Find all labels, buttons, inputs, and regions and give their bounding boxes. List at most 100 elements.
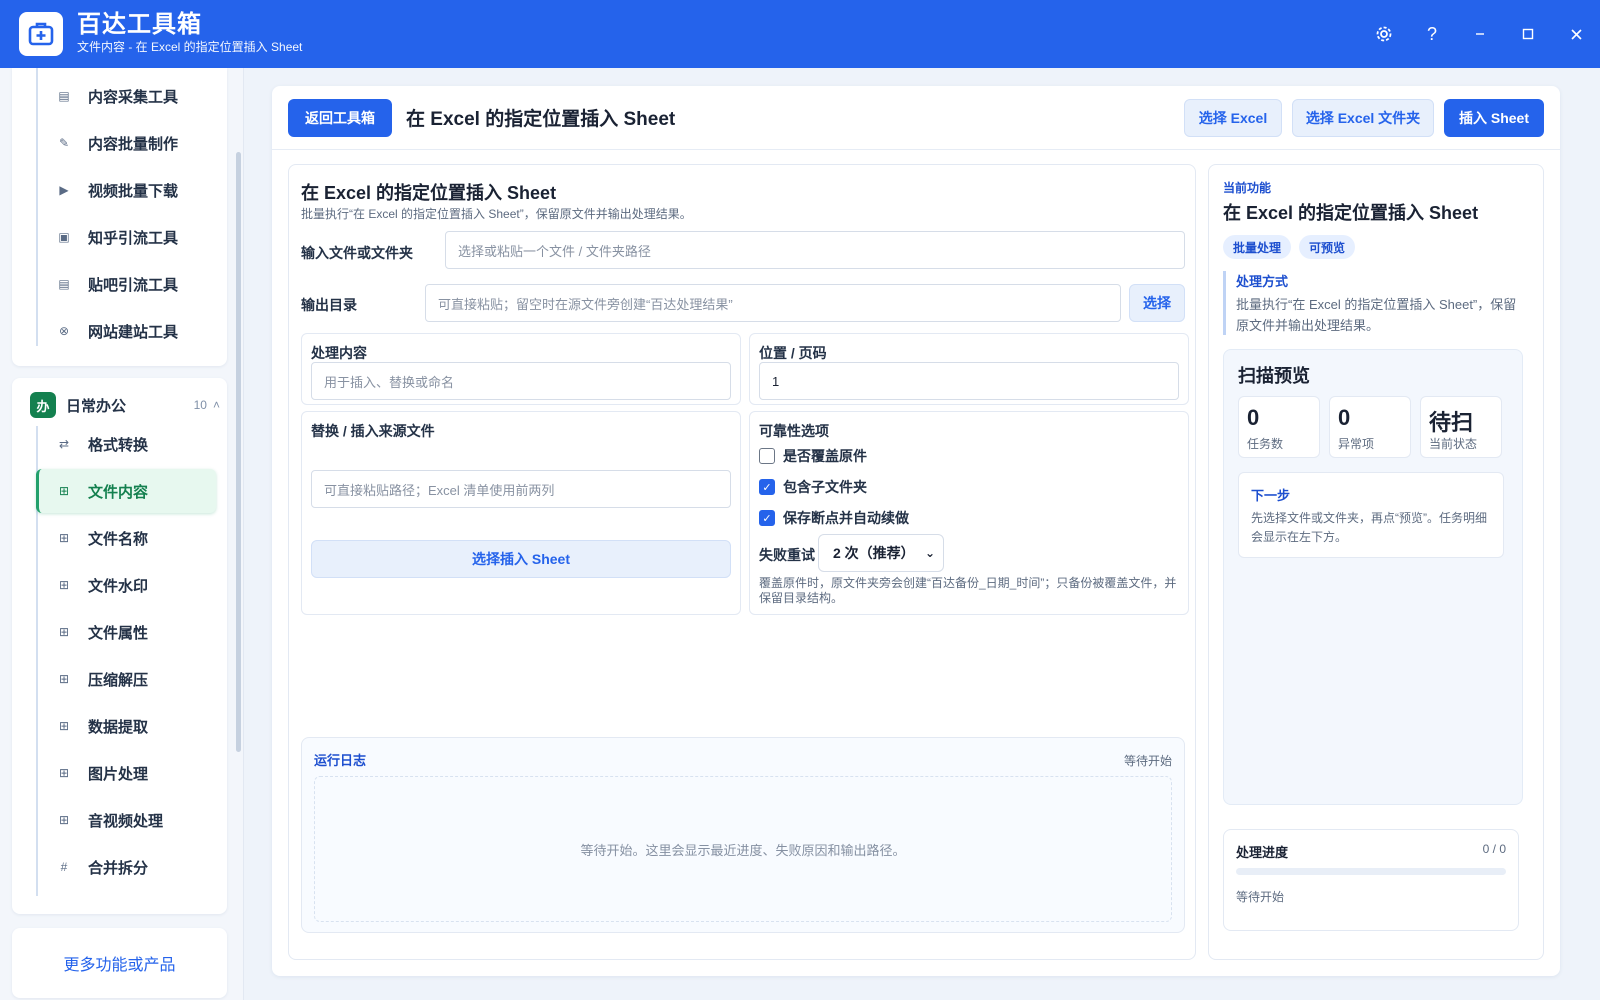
stat-caption: 当前状态 bbox=[1429, 437, 1478, 451]
sidebar-item-av[interactable]: ⊞ 音视频处理 bbox=[36, 798, 216, 842]
stat-status: 待扫 当前状态 bbox=[1420, 396, 1502, 458]
zhihu-icon: ▣ bbox=[58, 230, 70, 244]
run-log: 运行日志 等待开始 等待开始。这里会显示最近进度、失败原因和输出路径。 bbox=[301, 737, 1185, 933]
more-products-card: 更多功能或产品 bbox=[12, 928, 227, 998]
sidebar-item-zhihu[interactable]: ▣ 知乎引流工具 bbox=[36, 215, 216, 259]
back-button[interactable]: 返回工具箱 bbox=[288, 98, 392, 137]
sidebar-item-video-download[interactable]: ▶ 视频批量下载 bbox=[36, 168, 216, 212]
grid-icon: ⊞ bbox=[58, 719, 70, 733]
form-card: 在 Excel 的指定位置插入 Sheet 批量执行“在 Excel 的指定位置… bbox=[288, 164, 1196, 960]
grid-icon: ⊞ bbox=[58, 531, 70, 545]
content-field[interactable]: 用于插入、替换或命名 bbox=[311, 362, 731, 400]
overwrite-hint: 覆盖原件时，原文件夹旁会创建“百达备份_日期_时间”；只备份被覆盖文件，并保留目… bbox=[759, 576, 1177, 605]
checkbox-label: 保存断点并自动续做 bbox=[783, 510, 909, 526]
options-box: 可靠性选项 是否覆盖原件 ✓ 包含子文件夹 ✓ 保存断点并自动续做 失败重试 2… bbox=[749, 411, 1189, 615]
scan-preview: 扫描预览 0 任务数 0 异常项 待扫 当前状态 下一步 先选择文件或文件夹，再… bbox=[1223, 349, 1523, 805]
position-field[interactable]: 1 bbox=[759, 362, 1179, 400]
include-subfolders-checkbox[interactable]: ✓ 包含子文件夹 bbox=[759, 477, 867, 497]
progress-status: 等待开始 bbox=[1236, 890, 1285, 904]
output-select-button[interactable]: 选择 bbox=[1129, 284, 1185, 322]
toolbox-logo-icon bbox=[19, 12, 63, 56]
retry-label: 失败重试 bbox=[759, 547, 815, 563]
next-desc: 先选择文件或文件夹，再点“预览”。任务明细会显示在左下方。 bbox=[1251, 511, 1487, 544]
group-badge: 办 bbox=[30, 392, 56, 418]
stat-caption: 任务数 bbox=[1247, 437, 1284, 451]
stat-value: 0 bbox=[1247, 405, 1260, 430]
info-card: 当前功能 在 Excel 的指定位置插入 Sheet 批量处理 可预览 处理方式… bbox=[1208, 164, 1544, 960]
sidebar-item-label: 音视频处理 bbox=[88, 812, 164, 830]
overwrite-checkbox[interactable]: 是否覆盖原件 bbox=[759, 446, 867, 466]
input-path-field[interactable]: 选择或粘贴一个文件 / 文件夹路径 bbox=[445, 231, 1185, 269]
log-empty-message: 等待开始。这里会显示最近进度、失败原因和输出路径。 bbox=[314, 776, 1172, 922]
stat-tasks: 0 任务数 bbox=[1238, 396, 1320, 458]
insert-sheet-button[interactable]: 插入 Sheet bbox=[1444, 98, 1544, 137]
options-title: 可靠性选项 bbox=[759, 423, 829, 439]
chevron-down-icon: ⌄ bbox=[924, 546, 935, 560]
sidebar-item-format-convert[interactable]: ⇄ 格式转换 bbox=[36, 422, 216, 466]
sidebar-item-compress[interactable]: ⊞ 压缩解压 bbox=[36, 657, 216, 701]
sidebar-item-content-batch[interactable]: ✎ 内容批量制作 bbox=[36, 121, 216, 165]
tag-batch: 批量处理 bbox=[1223, 235, 1292, 259]
output-dir-field[interactable]: 可直接粘贴；留空时在源文件旁创建“百达处理结果” bbox=[425, 284, 1121, 322]
minimize-icon[interactable] bbox=[1456, 0, 1504, 68]
source-path-field[interactable]: 可直接粘贴路径；Excel 清单使用前两列 bbox=[311, 470, 731, 508]
stat-caption: 异常项 bbox=[1338, 437, 1375, 451]
output-label: 输出目录 bbox=[301, 297, 357, 313]
retry-select[interactable]: 2 次（推荐） ⌄ bbox=[818, 534, 944, 572]
select-excel-button[interactable]: 选择 Excel bbox=[1184, 98, 1282, 137]
content-box: 处理内容 用于插入、替换或命名 bbox=[301, 333, 741, 405]
sidebar-item-content-collect[interactable]: ▤ 内容采集工具 bbox=[36, 74, 216, 118]
sidebar-item-site-builder[interactable]: ⊗ 网站建站工具 bbox=[36, 309, 216, 353]
checkbox-checked-icon: ✓ bbox=[759, 479, 775, 495]
select-insert-sheet-button[interactable]: 选择插入 Sheet bbox=[311, 540, 731, 578]
progress-count: 0 / 0 bbox=[1482, 842, 1506, 856]
progress-bar bbox=[1236, 868, 1506, 875]
sidebar-item-label: 内容采集工具 bbox=[88, 88, 179, 106]
page-title: 在 Excel 的指定位置插入 Sheet bbox=[406, 109, 676, 130]
sidebar-item-label: 贴吧引流工具 bbox=[88, 276, 179, 294]
group-title: 日常办公 bbox=[66, 397, 127, 415]
grid-icon: ⊞ bbox=[58, 813, 70, 827]
grid-icon: ⊞ bbox=[58, 625, 70, 639]
video-icon: ▶ bbox=[59, 183, 69, 197]
more-products-link[interactable]: 更多功能或产品 bbox=[63, 951, 175, 975]
sidebar-item-merge-split[interactable]: # 合并拆分 bbox=[36, 845, 216, 889]
sidebar-item-file-properties[interactable]: ⊞ 文件属性 bbox=[36, 610, 216, 654]
help-icon[interactable]: ? bbox=[1408, 0, 1456, 68]
source-box: 替换 / 插入来源文件 可直接粘贴路径；Excel 清单使用前两列 选择插入 S… bbox=[301, 411, 741, 615]
sidebar-scrollbar[interactable] bbox=[236, 152, 241, 752]
grid-icon: ⊞ bbox=[58, 672, 70, 686]
mode-block: 处理方式 批量执行“在 Excel 的指定位置插入 Sheet”，保留原文件并输… bbox=[1223, 271, 1523, 335]
select-excel-folder-button[interactable]: 选择 Excel 文件夹 bbox=[1292, 98, 1434, 137]
progress-box: 处理进度 0 / 0 等待开始 bbox=[1223, 829, 1519, 931]
content-label: 处理内容 bbox=[311, 345, 367, 361]
settings-icon[interactable] bbox=[1360, 0, 1408, 68]
main-panel: 返回工具箱 在 Excel 的指定位置插入 Sheet 选择 Excel 选择 … bbox=[272, 86, 1560, 976]
site-icon: ⊗ bbox=[58, 324, 70, 338]
sidebar-item-label: 内容批量制作 bbox=[88, 135, 179, 153]
chevron-up-icon: ˄ bbox=[212, 398, 220, 412]
toolbar: 返回工具箱 在 Excel 的指定位置插入 Sheet 选择 Excel 选择 … bbox=[272, 86, 1560, 150]
sidebar-group-header[interactable]: 办 日常办公 10 ˄ bbox=[30, 390, 220, 420]
grid-icon: ⊞ bbox=[58, 578, 70, 592]
sidebar-item-file-name[interactable]: ⊞ 文件名称 bbox=[36, 516, 216, 560]
form-description: 批量执行“在 Excel 的指定位置插入 Sheet”，保留原文件并输出处理结果… bbox=[301, 207, 692, 221]
sidebar-item-label: 图片处理 bbox=[88, 765, 149, 783]
log-status: 等待开始 bbox=[1123, 754, 1172, 768]
input-label: 输入文件或文件夹 bbox=[301, 245, 413, 261]
sidebar-item-image[interactable]: ⊞ 图片处理 bbox=[36, 751, 216, 795]
swap-icon: ⇄ bbox=[58, 437, 70, 451]
checkbox-label: 是否覆盖原件 bbox=[783, 448, 867, 464]
sidebar-item-data-extract[interactable]: ⊞ 数据提取 bbox=[36, 704, 216, 748]
sidebar-item-watermark[interactable]: ⊞ 文件水印 bbox=[36, 563, 216, 607]
sidebar-item-label: 文件属性 bbox=[88, 624, 149, 642]
sidebar-item-tieba[interactable]: ▤ 贴吧引流工具 bbox=[36, 262, 216, 306]
retry-value: 2 次（推荐） bbox=[833, 545, 915, 561]
resume-checkbox[interactable]: ✓ 保存断点并自动续做 bbox=[759, 508, 909, 528]
maximize-icon[interactable] bbox=[1504, 0, 1552, 68]
close-icon[interactable] bbox=[1552, 0, 1600, 68]
sidebar-item-label: 压缩解压 bbox=[88, 671, 149, 689]
sidebar-item-file-content[interactable]: ⊞ 文件内容 bbox=[36, 469, 216, 513]
scan-title: 扫描预览 bbox=[1238, 366, 1310, 386]
mode-title: 处理方式 bbox=[1236, 274, 1289, 289]
